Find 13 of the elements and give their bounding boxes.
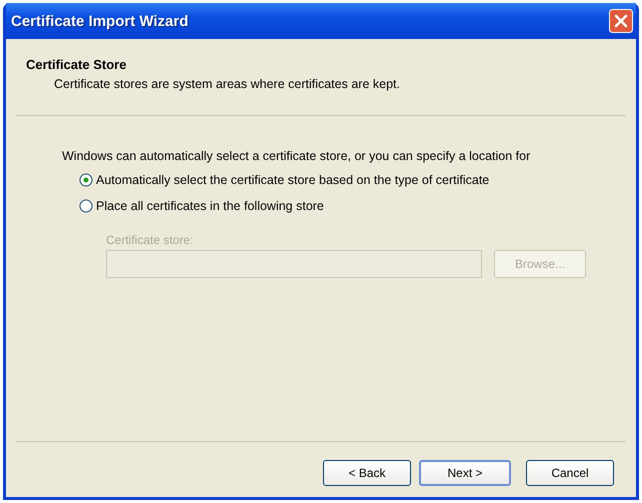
close-icon[interactable]: [609, 9, 633, 33]
field-label: Certificate store:: [106, 233, 194, 247]
intro-text: Windows can automatically select a certificate store, or you can specify a location for: [62, 149, 532, 163]
wizard-button[interactable]: Next >: [419, 460, 511, 486]
radio-button[interactable]: [79, 199, 93, 213]
radio-option[interactable]: Automatically select the certificate store based on the type of certificate: [79, 173, 636, 187]
page-title: Certificate Store: [26, 57, 128, 72]
wizard-button[interactable]: < Back: [323, 460, 411, 486]
wizard-button[interactable]: Cancel: [526, 460, 614, 486]
page-subtitle: Certificate stores are system areas where certificates are kept.: [54, 77, 401, 91]
window-title: Certificate Import Wizard: [11, 12, 188, 30]
radio-option[interactable]: Place all certificates in the following store: [79, 199, 636, 213]
radio-button[interactable]: [79, 173, 93, 187]
